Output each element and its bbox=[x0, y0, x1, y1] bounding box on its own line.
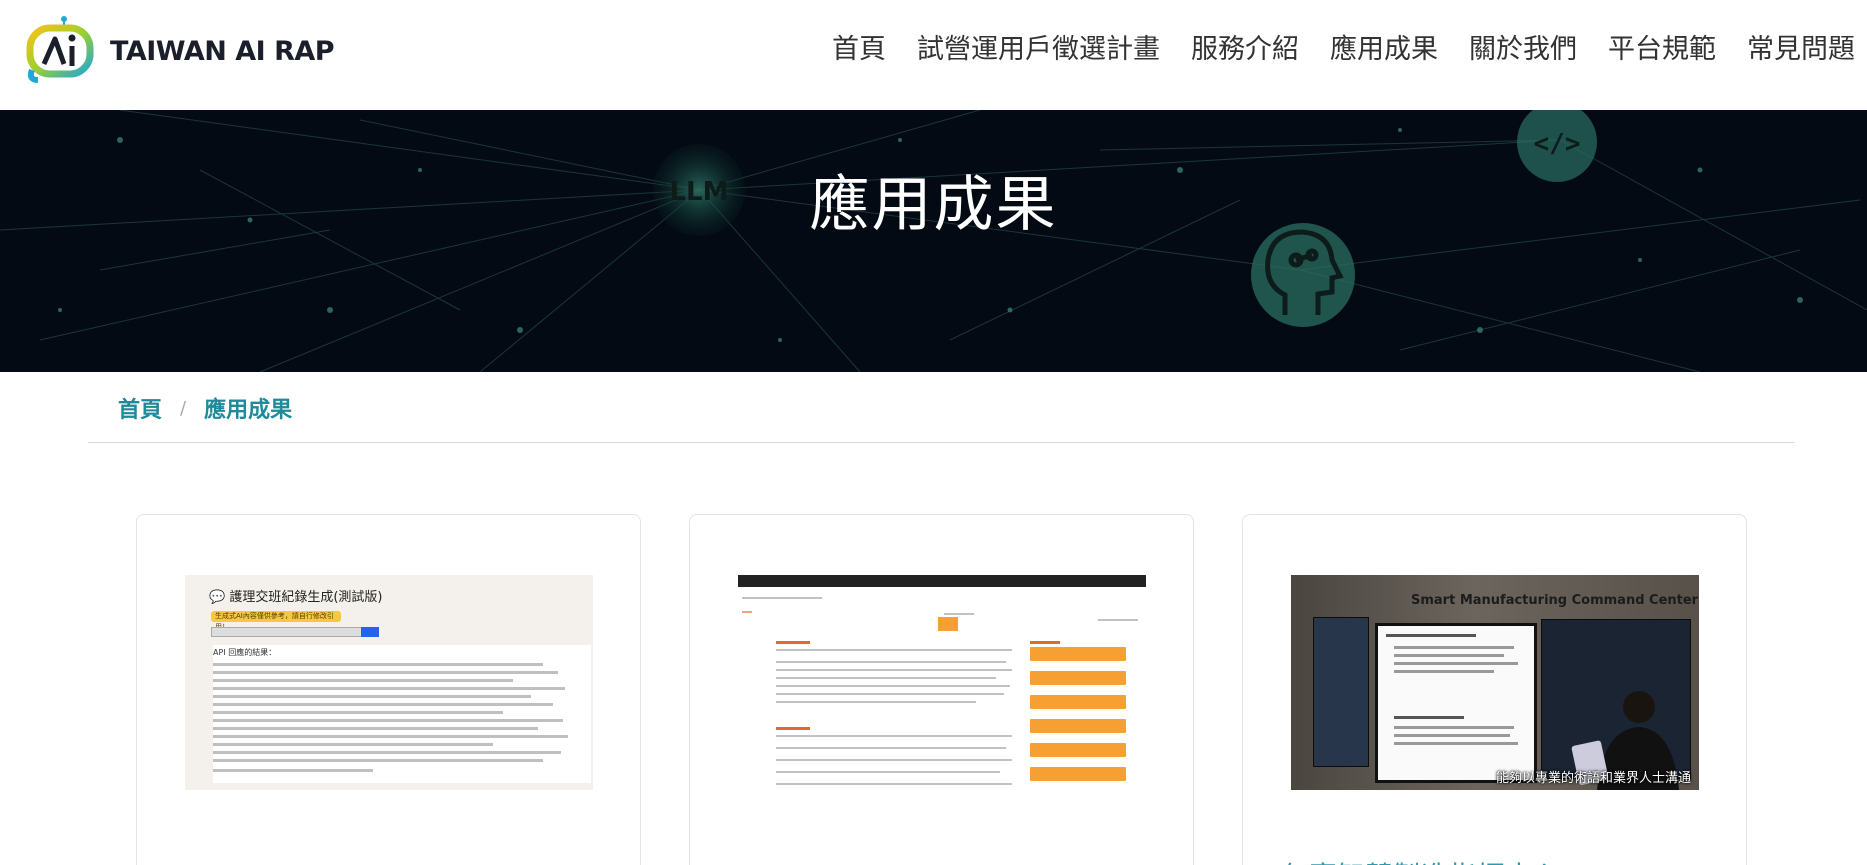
nav-item-faq[interactable]: 常見問題 bbox=[1747, 28, 1855, 72]
main-nav: 首頁 試營運用戶徵選計畫 服務介紹 應用成果 關於我們 平台規範 常見問題 bbox=[801, 28, 1855, 72]
nav-item-about[interactable]: 關於我們 bbox=[1469, 28, 1577, 72]
card-image-wall-title: Smart Manufacturing Command Center bbox=[1411, 593, 1699, 608]
card-image-section: API 回應的結果： bbox=[213, 648, 277, 657]
card-title[interactable]: 仁寶智慧製造指揮中心 bbox=[1281, 855, 1561, 865]
code-badge-label: </> bbox=[1534, 129, 1581, 159]
logo-mark-icon bbox=[24, 14, 104, 84]
result-card[interactable]: Smart Manufacturing Command Center 能夠以專業… bbox=[1242, 514, 1747, 865]
logo-text: TAIWAN AI RAP bbox=[110, 35, 335, 67]
card-image-nursing-record[interactable]: 💬 護理交班紀錄生成(測試版) 生成式AI內容僅供參考，請自行修改引用！ API… bbox=[185, 575, 593, 790]
nav-item-trial-program[interactable]: 試營運用戶徵選計畫 bbox=[917, 28, 1160, 72]
breadcrumb-home[interactable]: 首頁 bbox=[118, 392, 162, 424]
breadcrumb: 首頁 / 應用成果 bbox=[118, 392, 292, 424]
card-image-warning-tag: 生成式AI內容僅供參考，請自行修改引用！ bbox=[211, 611, 341, 631]
breadcrumb-separator: / bbox=[180, 397, 187, 419]
nav-item-results[interactable]: 應用成果 bbox=[1330, 28, 1438, 72]
page-title: 應用成果 bbox=[809, 170, 1058, 240]
card-image-title: 護理交班紀錄生成(測試版) bbox=[229, 590, 383, 605]
site-header: TAIWAN AI RAP 首頁 試營運用戶徵選計畫 服務介紹 應用成果 關於我… bbox=[0, 0, 1867, 110]
nav-item-services[interactable]: 服務介紹 bbox=[1191, 28, 1299, 72]
card-image-command-center[interactable]: Smart Manufacturing Command Center 能夠以專業… bbox=[1291, 575, 1699, 790]
card-image-submit bbox=[361, 627, 379, 637]
nav-item-policies[interactable]: 平台規範 bbox=[1608, 28, 1716, 72]
result-card[interactable]: 💬 護理交班紀錄生成(測試版) 生成式AI內容僅供參考，請自行修改引用！ API… bbox=[136, 514, 641, 865]
card-image-topbar bbox=[738, 575, 1146, 587]
card-image-web-report[interactable] bbox=[738, 575, 1146, 790]
card-image-result-panel: API 回應的結果： bbox=[213, 645, 591, 783]
hero-banner: LLM </> 應用成果 bbox=[0, 110, 1867, 372]
card-image-screen bbox=[1375, 623, 1537, 783]
site-logo[interactable]: TAIWAN AI RAP bbox=[24, 14, 335, 84]
card-image-highlight bbox=[938, 617, 958, 631]
breadcrumb-divider bbox=[88, 442, 1795, 443]
nav-item-home[interactable]: 首頁 bbox=[832, 28, 886, 72]
card-image-caption: 能夠以專業的術語和業界人士溝通 bbox=[1495, 771, 1691, 786]
card-image-date-bar bbox=[211, 627, 379, 637]
chat-icon-title: 💬 護理交班紀錄生成(測試版) bbox=[209, 590, 383, 605]
breadcrumb-current: 應用成果 bbox=[204, 398, 293, 423]
result-card[interactable] bbox=[689, 514, 1194, 865]
